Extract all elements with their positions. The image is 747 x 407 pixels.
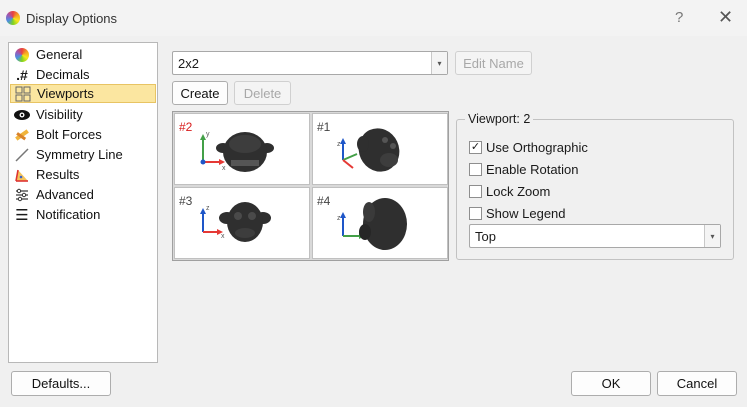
- color-wheel-icon: [12, 47, 32, 63]
- checkbox-box[interactable]: [469, 162, 482, 176]
- sidebar-item-label: Results: [36, 167, 80, 182]
- viewport-settings-group: Viewport: 2 ✓ Use Orthographic Enable Ro…: [456, 112, 734, 260]
- ruler-pencil-icon: [12, 127, 32, 143]
- checkbox-label: Use Orthographic: [486, 139, 588, 155]
- use-orthographic-checkbox[interactable]: ✓ Use Orthographic: [469, 138, 588, 156]
- monkey-front-view: z x: [200, 202, 271, 242]
- view-direction-select[interactable]: Top ▾: [469, 224, 721, 248]
- viewport-3[interactable]: #3 z x: [174, 187, 310, 259]
- show-legend-checkbox[interactable]: Show Legend: [469, 204, 566, 222]
- checkbox-box[interactable]: ✓: [469, 140, 482, 154]
- sidebar-item-bolt-forces[interactable]: Bolt Forces: [10, 125, 156, 144]
- sidebar-item-decimals[interactable]: .# Decimals: [10, 65, 156, 84]
- viewports-icon: [13, 86, 33, 102]
- monkey-top-view: y x: [200, 131, 274, 172]
- sidebar-item-advanced[interactable]: Advanced: [10, 185, 156, 204]
- checkbox-label: Show Legend: [486, 205, 566, 221]
- cancel-button[interactable]: Cancel: [657, 371, 737, 396]
- axis-label-y: y: [206, 131, 210, 138]
- defaults-button[interactable]: Defaults...: [11, 371, 111, 396]
- sidebar-item-label: Symmetry Line: [36, 147, 123, 162]
- sidebar-item-visibility[interactable]: Visibility: [10, 105, 156, 124]
- sidebar-item-symmetry-line[interactable]: Symmetry Line: [10, 145, 156, 164]
- sidebar-item-viewports[interactable]: Viewports: [10, 84, 156, 103]
- monkey-side-view: z: [337, 198, 407, 250]
- title-bar: Display Options ? ✕: [0, 0, 747, 36]
- viewport-2[interactable]: #2 y x: [174, 113, 310, 185]
- create-button[interactable]: Create: [172, 81, 228, 105]
- app-logo-icon: [6, 11, 20, 25]
- eye-icon: [12, 107, 32, 123]
- sidebar-item-label: Bolt Forces: [36, 127, 102, 142]
- viewport-settings-title: Viewport: 2: [465, 112, 534, 126]
- axis-label-x: x: [221, 233, 225, 240]
- sidebar-item-label: Decimals: [36, 67, 90, 82]
- sidebar-item-notification[interactable]: ☰ Notification: [10, 205, 156, 224]
- sidebar-item-label: Notification: [36, 207, 101, 222]
- sidebar-item-label: Advanced: [36, 187, 94, 202]
- checkbox-label: Enable Rotation: [486, 161, 579, 177]
- sidebar-item-label: Viewports: [37, 86, 94, 101]
- ok-button[interactable]: OK: [571, 371, 651, 396]
- viewport-1[interactable]: #1 z: [312, 113, 448, 185]
- axis-label-z: z: [337, 141, 341, 148]
- layout-select[interactable]: 2x2 ▾: [172, 51, 448, 75]
- sliders-icon: [12, 187, 32, 203]
- results-icon: [12, 167, 32, 183]
- sidebar-item-general[interactable]: General: [10, 45, 156, 64]
- axis-label-z: z: [206, 205, 210, 212]
- decimals-icon: .#: [16, 66, 28, 83]
- help-button[interactable]: ?: [675, 9, 683, 26]
- close-button[interactable]: ✕: [718, 7, 733, 28]
- delete-button[interactable]: Delete: [234, 81, 291, 105]
- sidebar-item-label: Visibility: [36, 107, 83, 122]
- axis-label-z: z: [337, 215, 341, 222]
- edit-name-button[interactable]: Edit Name: [455, 51, 532, 75]
- menu-lines-icon: ☰: [15, 206, 29, 224]
- window-title: Display Options: [26, 11, 118, 26]
- sidebar-item-label: General: [36, 47, 83, 62]
- viewport-grid: #2 y x #1 z #3 z x #4 z: [172, 111, 449, 261]
- category-list: General .# Decimals Viewports Visibility: [8, 42, 158, 363]
- viewport-4[interactable]: #4 z: [312, 187, 448, 259]
- checkbox-label: Lock Zoom: [486, 183, 551, 199]
- chevron-down-icon[interactable]: ▾: [431, 52, 447, 74]
- line-icon: [12, 147, 32, 163]
- checkbox-box[interactable]: [469, 206, 482, 220]
- lock-zoom-checkbox[interactable]: Lock Zoom: [469, 182, 550, 200]
- axis-label-x: x: [222, 165, 226, 172]
- layout-select-value: 2x2: [178, 56, 199, 71]
- checkbox-box[interactable]: [469, 184, 482, 198]
- sidebar-item-results[interactable]: Results: [10, 165, 156, 184]
- monkey-iso-view: z: [337, 128, 400, 172]
- enable-rotation-checkbox[interactable]: Enable Rotation: [469, 160, 579, 178]
- view-direction-value: Top: [475, 229, 496, 244]
- chevron-down-icon[interactable]: ▾: [704, 225, 720, 247]
